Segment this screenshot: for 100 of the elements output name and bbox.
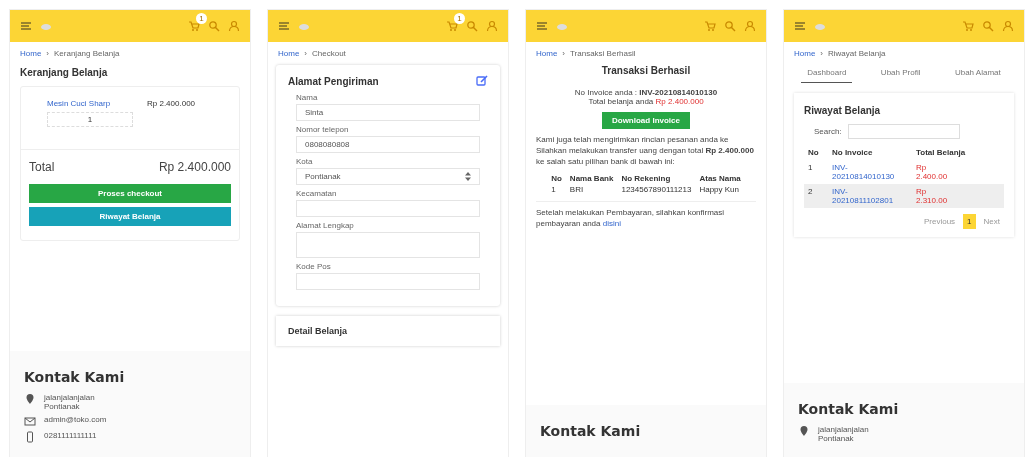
input-field[interactable] <box>296 200 480 217</box>
total-amount: Rp 2.400.000 <box>158 160 231 174</box>
table-cell-text: Happy Kun <box>698 184 741 196</box>
table-cell-text: 1 <box>550 184 557 196</box>
menu-icon[interactable] <box>794 20 806 32</box>
breadcrumb-separator: › <box>304 49 307 58</box>
column-header: No <box>550 173 563 185</box>
breadcrumb-current: Riwayat Belanja <box>828 49 886 58</box>
table-cell-text: 1 <box>808 163 814 172</box>
card-title: Detail Belanja <box>288 326 349 336</box>
input-field[interactable]: Sinta <box>296 104 480 121</box>
confirm-link[interactable]: disini <box>602 219 621 229</box>
cart-icon[interactable] <box>446 20 458 32</box>
phone-icon <box>24 431 36 443</box>
search-icon[interactable] <box>724 20 736 32</box>
total-amount: Rp 2.400.000 <box>655 97 704 106</box>
envelope-icon <box>24 415 36 427</box>
search-field[interactable] <box>847 124 960 139</box>
info-paragraph: Silahkan melakukan transfer uang dengan total Rp 2.400.000 ke salah satu pilihan bank di bawah ini: <box>536 145 755 168</box>
tab[interactable]: Ubah Alamat <box>948 65 1007 83</box>
tab[interactable]: Dashboard <box>801 65 853 83</box>
cart-icon[interactable] <box>962 20 974 32</box>
footer-heading: Kontak Kami <box>798 401 900 417</box>
search-icon[interactable] <box>466 20 478 32</box>
user-icon[interactable] <box>1002 20 1014 32</box>
download-button[interactable]: Download Invoice <box>602 112 690 129</box>
breadcrumb-separator: › <box>46 49 49 58</box>
search-icon[interactable] <box>982 20 994 32</box>
card-title: Alamat Pengiriman <box>288 75 379 87</box>
product-link[interactable]: Mesin Cuci Sharp <box>47 99 133 108</box>
table-row[interactable]: 1 INV-20210814010130 Rp 2.400.00 <box>804 160 1004 184</box>
field-label: Nama <box>296 93 319 102</box>
user-icon[interactable] <box>228 20 240 32</box>
search-label: Search: <box>814 127 842 136</box>
total-label: Total <box>29 160 55 174</box>
column-header: No Rekening <box>620 173 672 185</box>
footer-heading: Kontak Kami <box>540 423 642 439</box>
page-title: Transaksi Berhasil <box>600 65 692 76</box>
table-cell-text: 1234567890111213 <box>620 184 693 196</box>
invoice-link[interactable]: INV-20210814010130 <box>832 163 908 181</box>
breadcrumb-link[interactable]: Home <box>278 49 300 58</box>
quantity-field[interactable]: 1 <box>47 112 133 127</box>
contact-text: admin@toko.com <box>44 415 108 424</box>
column-header: No Invoice <box>832 148 874 157</box>
location-icon <box>798 425 810 437</box>
field-label: Kecamatan <box>296 189 338 198</box>
breadcrumb-current: Checkout <box>312 49 346 58</box>
invoice-text: No Invoice anda : INV-20210814010130 <box>573 88 719 97</box>
card-title: Riwayat Belanja <box>804 105 882 116</box>
column-header: Atas Nama <box>698 173 742 185</box>
breadcrumb-separator: › <box>820 49 823 58</box>
table-row[interactable]: 2 INV-20210811102801 Rp 2.310.00 <box>804 184 1004 208</box>
footer-heading: Kontak Kami <box>24 369 126 385</box>
breadcrumb-current: Transaksi Berhasil <box>570 49 636 58</box>
breadcrumb-link[interactable]: Home <box>794 49 816 58</box>
breadcrumb-link[interactable]: Home <box>20 49 42 58</box>
pagination-button[interactable]: 1 <box>963 214 976 229</box>
column-header: No <box>808 148 820 157</box>
invoice-link[interactable]: INV-20210811102801 <box>832 187 908 205</box>
breadcrumb-current: Keranjang Belanja <box>54 49 120 58</box>
contact-text: 0281111111111 <box>44 431 98 440</box>
input-field[interactable]: 0808080808 <box>296 136 480 153</box>
select-field[interactable]: Pontianak <box>296 168 480 185</box>
menu-icon[interactable] <box>20 20 32 32</box>
cart-icon[interactable] <box>704 20 716 32</box>
total-label: Total belanja anda <box>588 97 654 106</box>
contact-text: jalanjalanjalan Pontianak <box>818 425 870 443</box>
field-label: Kode Pos <box>296 262 332 271</box>
menu-icon[interactable] <box>278 20 290 32</box>
tab[interactable]: Ubah Profil <box>874 65 927 83</box>
table-cell-text: Rp 2.400.00 <box>916 163 949 181</box>
input-field[interactable] <box>296 273 480 290</box>
search-icon[interactable] <box>208 20 220 32</box>
field-label: Alamat Lengkap <box>296 221 355 230</box>
breadcrumb-separator: › <box>562 49 565 58</box>
action-button[interactable]: Riwayat Belanja <box>29 207 231 226</box>
user-icon[interactable] <box>486 20 498 32</box>
column-header: Nama Bank <box>568 173 615 185</box>
field-label: Kota <box>296 157 314 166</box>
location-icon <box>24 393 36 405</box>
table-cell-text: 2 <box>808 187 814 196</box>
contact-text: jalanjalanjalan Pontianak <box>44 393 96 411</box>
cart-badge: 1 <box>196 13 207 24</box>
pagination-button[interactable]: Next <box>979 214 1004 229</box>
cart-badge: 1 <box>454 13 465 24</box>
action-button[interactable]: Proses checkout <box>29 184 231 203</box>
info-paragraph: Kami juga telah mengirimkan rincian pesanan anda ke <box>536 135 730 146</box>
table-cell-text: Rp 2.310.00 <box>916 187 949 205</box>
table-cell-text: BRI <box>568 184 585 196</box>
breadcrumb-link[interactable]: Home <box>536 49 558 58</box>
textarea-field[interactable] <box>296 232 480 258</box>
cart-icon[interactable] <box>188 20 200 32</box>
column-header: Total Belanja <box>916 148 967 157</box>
menu-icon[interactable] <box>536 20 548 32</box>
product-price: Rp 2.400.000 <box>147 99 197 110</box>
pagination-button[interactable]: Previous <box>919 214 960 229</box>
page-title: Keranjang Belanja <box>20 67 109 78</box>
edit-icon[interactable] <box>476 75 488 87</box>
user-icon[interactable] <box>744 20 756 32</box>
field-label: Nomor telepon <box>296 125 350 134</box>
